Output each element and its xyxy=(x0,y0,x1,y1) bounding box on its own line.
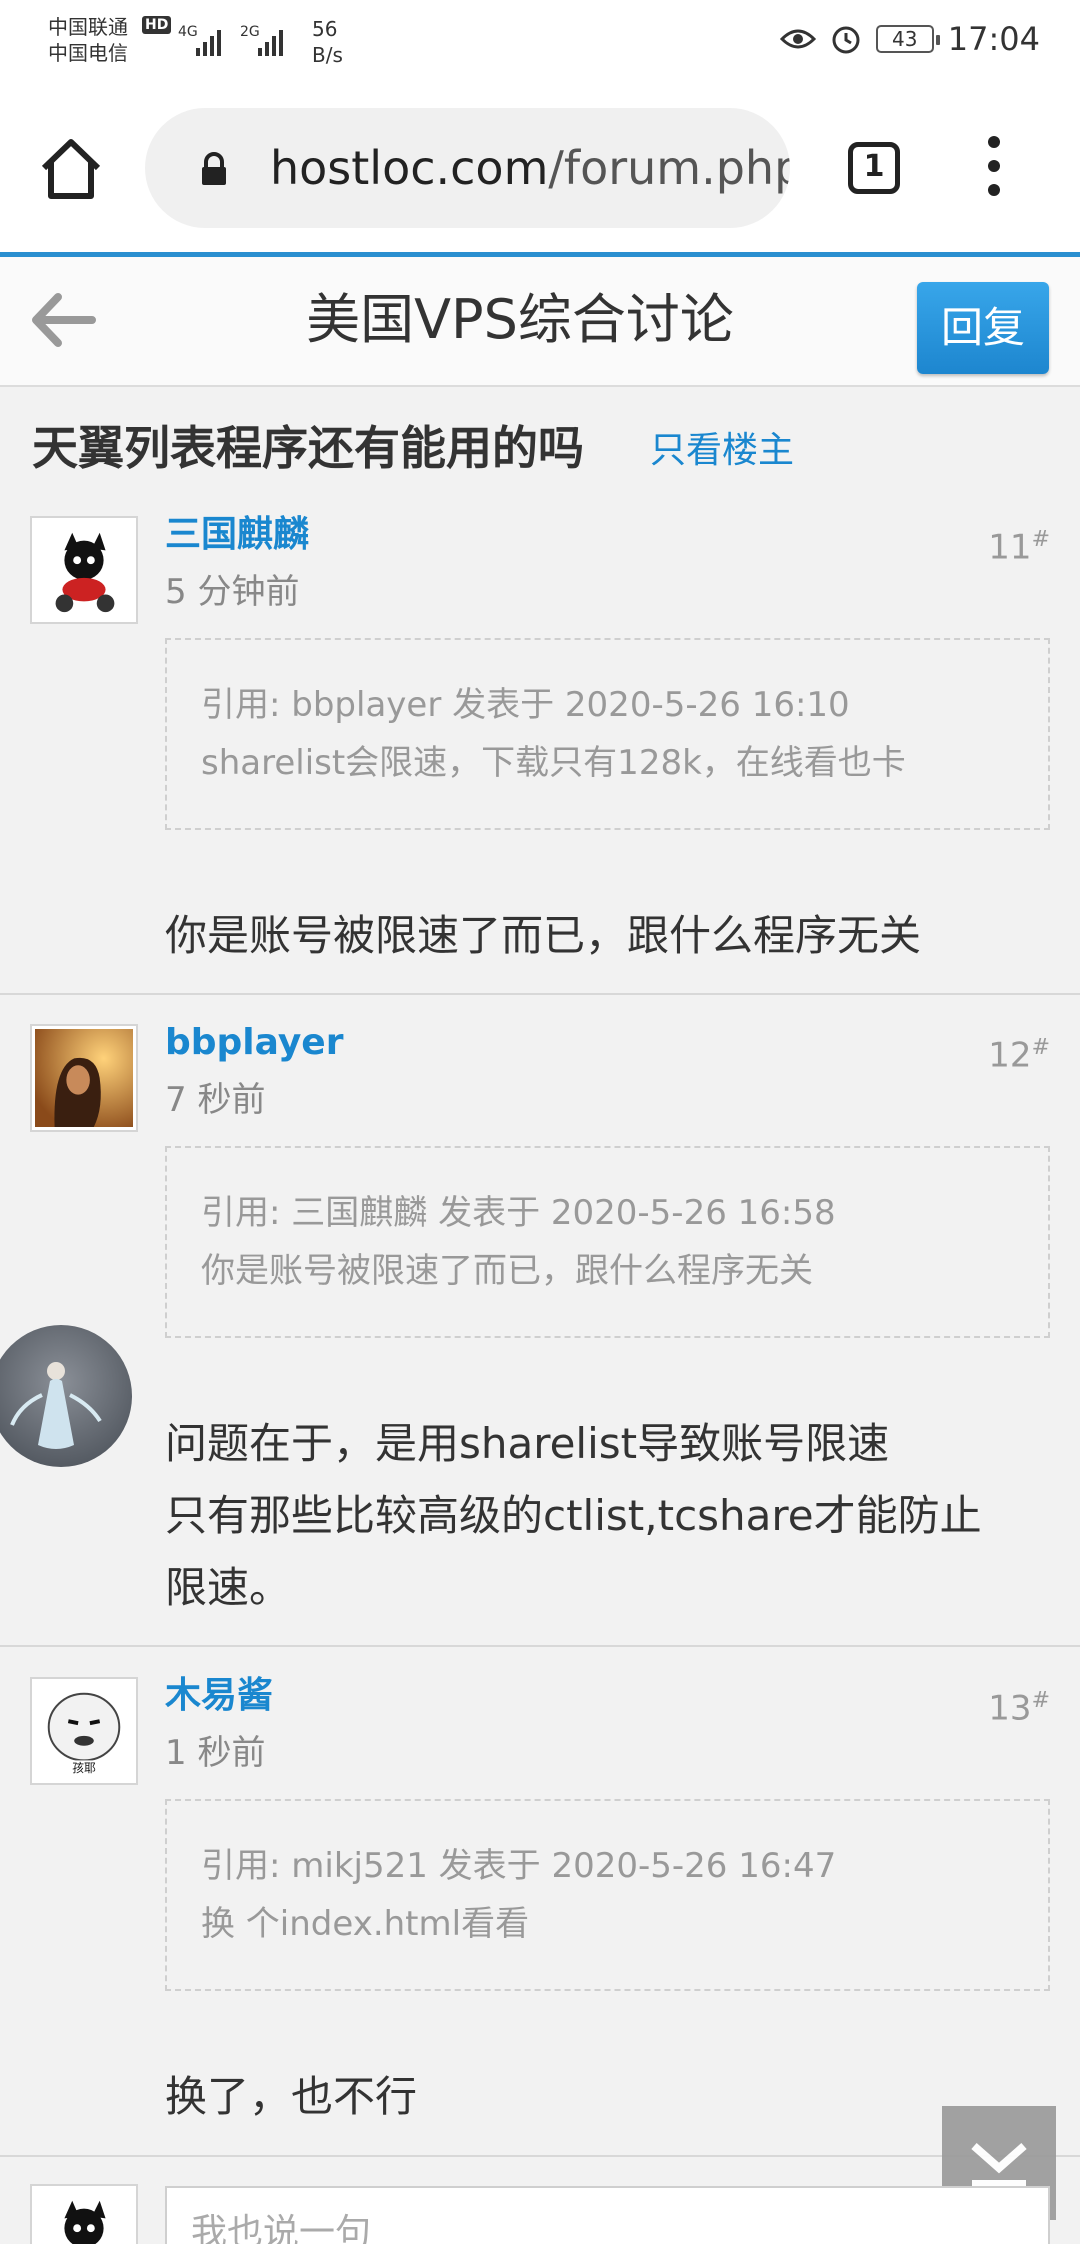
user-avatar-image xyxy=(35,1029,133,1127)
thread-title: 天翼列表程序还有能用的吗 xyxy=(32,421,584,475)
user-avatar-image xyxy=(35,521,133,619)
floor-number: 11# xyxy=(988,518,1050,569)
post-body: 换了，也不行 xyxy=(165,2061,1045,2133)
quote-block: 引用: 三国麒麟 发表于 2020-5-26 16:58 你是账号被限速了而已，… xyxy=(165,1146,1050,1338)
carrier-1: 中国联通 xyxy=(48,15,128,39)
floor-number: 12# xyxy=(988,1026,1050,1077)
post-time: 1 秒前 xyxy=(165,1733,266,1773)
floor-value: 11 xyxy=(988,527,1032,568)
post-divider xyxy=(0,993,1080,995)
net-2g-label: 2G xyxy=(240,24,260,40)
quote-block: 引用: bbplayer 发表于 2020-5-26 16:10 shareli… xyxy=(165,638,1050,830)
quote-header: 引用: mikj521 发表于 2020-5-26 16:47 xyxy=(201,1846,837,1886)
signal-2g-icon: 2G xyxy=(240,24,283,56)
floor-value: 12 xyxy=(988,1035,1032,1076)
forum-title: 美国VPS综合讨论 xyxy=(306,288,734,351)
floor-mark: # xyxy=(1031,1688,1050,1713)
fairy-figure-icon xyxy=(10,1362,102,1449)
eye-icon xyxy=(779,29,816,49)
avatar[interactable] xyxy=(30,1024,138,1132)
reply-composer: 我也说一句 xyxy=(0,2160,1080,2244)
reply-button[interactable]: 回复 xyxy=(917,282,1049,374)
signal-4g-icon: 4G xyxy=(178,24,221,56)
url-path: /forum.php xyxy=(548,141,790,195)
post-body: 你是账号被限速了而已，跟什么程序无关 xyxy=(165,900,1045,972)
status-right: 43 17:04 xyxy=(779,20,1040,58)
post-author[interactable]: 三国麒麟 xyxy=(165,512,309,558)
avatar[interactable] xyxy=(30,516,138,624)
floor-mark: # xyxy=(1031,527,1050,552)
post-body-line: 问题在于，是用sharelist导致账号限速 xyxy=(165,1419,890,1468)
forum-header: 美国VPS综合讨论 回复 xyxy=(0,257,1080,387)
post-author[interactable]: bbplayer xyxy=(165,1020,343,1066)
browser-toolbar: hostloc.com/forum.php 1 xyxy=(0,86,1080,254)
floor-number: 13# xyxy=(988,1679,1050,1730)
floor-value: 13 xyxy=(988,1688,1032,1729)
more-vert-icon[interactable] xyxy=(982,136,1006,200)
post-author[interactable]: 木易酱 xyxy=(165,1673,273,1719)
quote-text: 你是账号被限速了而已，跟什么程序无关 xyxy=(201,1251,813,1291)
net-4g-label: 4G xyxy=(178,24,198,40)
quote-block: 引用: mikj521 发表于 2020-5-26 16:47 换 个index… xyxy=(165,1799,1050,1991)
floating-assistant-icon[interactable] xyxy=(0,1325,132,1467)
lock-icon xyxy=(202,152,226,185)
post-divider xyxy=(0,1645,1080,1647)
battery-indicator: 43 xyxy=(875,25,940,53)
user-avatar-image: 孩耶 xyxy=(35,1682,133,1780)
status-bar: 中国联通 中国电信 HD 4G 2G 56 B/s 43 17:04 xyxy=(0,0,1080,86)
home-icon[interactable] xyxy=(38,136,104,202)
carrier-labels: 中国联通 中国电信 xyxy=(48,14,128,66)
only-op-link[interactable]: 只看楼主 xyxy=(650,428,794,474)
address-bar[interactable]: hostloc.com/forum.php xyxy=(145,108,790,228)
net-speed-value: 56 xyxy=(312,17,338,41)
net-speed-unit: B/s xyxy=(312,43,343,67)
post-time: 5 分钟前 xyxy=(165,572,300,612)
alarm-icon xyxy=(832,26,860,54)
reply-input[interactable]: 我也说一句 xyxy=(165,2186,1050,2244)
floor-mark: # xyxy=(1031,1035,1050,1060)
quote-header: 引用: bbplayer 发表于 2020-5-26 16:10 xyxy=(201,685,850,725)
net-speed: 56 B/s xyxy=(312,16,343,68)
post-body-line: 换了，也不行 xyxy=(165,2072,418,2121)
url-text: hostloc.com/forum.php xyxy=(270,134,790,202)
current-user-avatar xyxy=(30,2184,138,2244)
url-host: hostloc.com xyxy=(270,141,549,195)
svg-text:孩耶: 孩耶 xyxy=(72,1761,96,1775)
hd-badge: HD xyxy=(142,16,172,34)
post-body-line: 限速。 xyxy=(165,1563,292,1612)
tabs-button[interactable]: 1 xyxy=(848,142,900,194)
carrier-2: 中国电信 xyxy=(48,41,128,65)
quote-header: 引用: 三国麒麟 发表于 2020-5-26 16:58 xyxy=(201,1193,836,1233)
user-avatar-image xyxy=(35,2189,133,2244)
clock: 17:04 xyxy=(947,20,1040,58)
avatar[interactable]: 孩耶 xyxy=(30,1677,138,1785)
post-body-line: 你是账号被限速了而已，跟什么程序无关 xyxy=(165,911,922,960)
post-body-line: 只有那些比较高级的ctlist,tcshare才能防止 xyxy=(165,1491,982,1540)
post-divider xyxy=(0,2155,1080,2157)
post-time: 7 秒前 xyxy=(165,1080,266,1120)
quote-text: 换 个index.html看看 xyxy=(201,1904,530,1944)
quote-text: sharelist会限速，下载只有128k，在线看也卡 xyxy=(201,743,906,783)
post-body: 问题在于，是用sharelist导致账号限速 只有那些比较高级的ctlist,t… xyxy=(165,1408,1045,1624)
